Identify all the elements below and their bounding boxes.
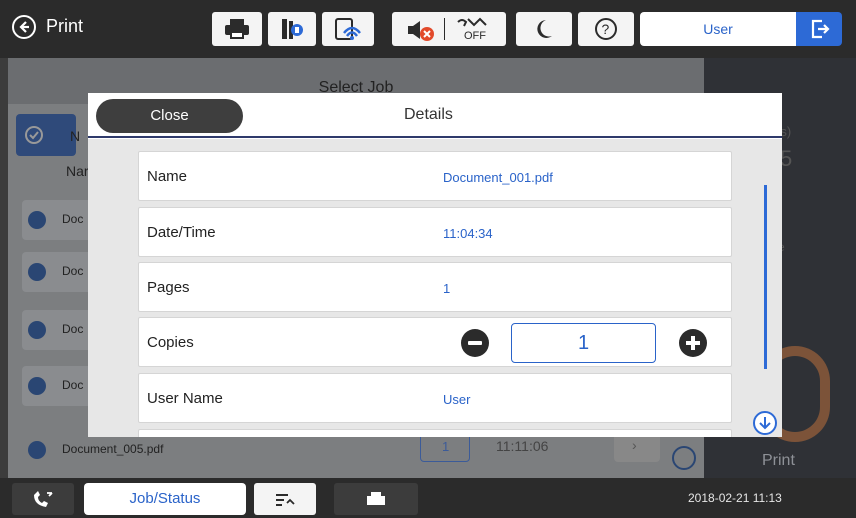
detail-row-copies: Copies 1 [138, 317, 732, 367]
menu-icon [276, 494, 295, 506]
column-header-name: Nar [66, 163, 89, 179]
network-status-button[interactable] [322, 12, 374, 46]
fax-call-button[interactable] [12, 483, 74, 515]
list-item-label: Doc [62, 212, 84, 226]
scroll-down-button[interactable] [753, 411, 777, 435]
back-icon [19, 21, 29, 33]
detail-value: 11:04:34 [443, 226, 493, 241]
svg-text:?: ? [602, 21, 610, 37]
detail-row-next [138, 429, 732, 437]
detail-label: Pages [147, 279, 190, 296]
arrow-down-icon [759, 417, 771, 430]
decrement-copies-button[interactable] [461, 329, 489, 357]
moon-icon [537, 20, 552, 38]
detail-value: Document_001.pdf [443, 170, 553, 185]
help-icon: ? [595, 18, 617, 40]
scroll-down-icon[interactable] [672, 446, 696, 470]
list-item[interactable]: Doc [22, 200, 92, 240]
detail-value: User [443, 392, 471, 407]
column-header-n: N [70, 128, 81, 144]
logout-button[interactable] [796, 12, 842, 46]
increment-copies-button[interactable] [679, 329, 707, 357]
list-item[interactable]: Doc [22, 310, 92, 350]
copies-value: 1 [442, 439, 450, 454]
detail-label: Date/Time [147, 224, 216, 241]
back-button[interactable] [12, 15, 36, 39]
logout-icon [811, 19, 830, 39]
print-label: Print [762, 452, 795, 469]
detail-row-datetime: Date/Time 11:04:34 [138, 207, 732, 257]
list-item-label: Doc [62, 264, 84, 278]
detail-row-name: Name Document_001.pdf [138, 151, 732, 201]
list-item[interactable]: Doc [22, 252, 92, 292]
dialog-header: Close Details [88, 93, 782, 138]
screen-title: Print [46, 16, 84, 36]
printer-status-button[interactable] [212, 12, 262, 46]
list-item-label: Document_005.pdf [62, 442, 164, 456]
detail-label: Copies [147, 334, 194, 351]
detail-value: 1 [443, 281, 451, 296]
detail-row-username: User Name User [138, 373, 732, 423]
sound-fax-button[interactable]: OFF [392, 12, 506, 46]
sleep-button[interactable] [516, 12, 572, 46]
ink-icon [282, 19, 303, 39]
check-icon [28, 211, 46, 229]
check-icon [28, 321, 46, 339]
dialog-body: Name Document_001.pdf Date/Time 11:04:34… [88, 139, 782, 437]
dialog-title: Details [404, 106, 453, 123]
list-item-label: Doc [62, 322, 84, 336]
close-button[interactable]: Close [96, 99, 243, 133]
list-item-time: 11:11:06 [496, 438, 549, 454]
select-all-toggle[interactable] [16, 114, 76, 156]
check-icon [28, 263, 46, 281]
detail-label: Name [147, 168, 188, 185]
svg-text:OFF: OFF [464, 30, 486, 42]
tray-button[interactable] [334, 483, 418, 515]
fax-off-icon: OFF [457, 17, 487, 42]
printer-icon [225, 19, 249, 39]
phone-icon [34, 491, 53, 507]
chevron-right-icon: › [632, 437, 637, 453]
user-field[interactable]: User [640, 12, 796, 46]
list-item[interactable]: Doc [22, 366, 92, 406]
check-icon [28, 441, 46, 459]
menu-button[interactable] [254, 483, 316, 515]
mute-icon [408, 21, 434, 41]
detail-row-pages: Pages 1 [138, 262, 732, 312]
copies-input[interactable]: 1 [511, 323, 656, 363]
list-item-label: Doc [62, 378, 84, 392]
tray-icon [367, 492, 385, 505]
scrollbar[interactable] [764, 185, 767, 369]
top-bar: Print OFF ? User [0, 0, 856, 58]
job-status-button[interactable]: Job/Status [84, 483, 246, 515]
check-icon [28, 377, 46, 395]
check-circle-icon [25, 126, 43, 144]
status-datetime: 2018-02-21 11:13 [688, 491, 782, 505]
detail-label: User Name [147, 390, 223, 407]
ink-status-button[interactable] [268, 12, 316, 46]
help-button[interactable]: ? [578, 12, 634, 46]
details-dialog: Close Details Name Document_001.pdf Date… [88, 93, 782, 437]
wifi-icon [335, 18, 361, 40]
